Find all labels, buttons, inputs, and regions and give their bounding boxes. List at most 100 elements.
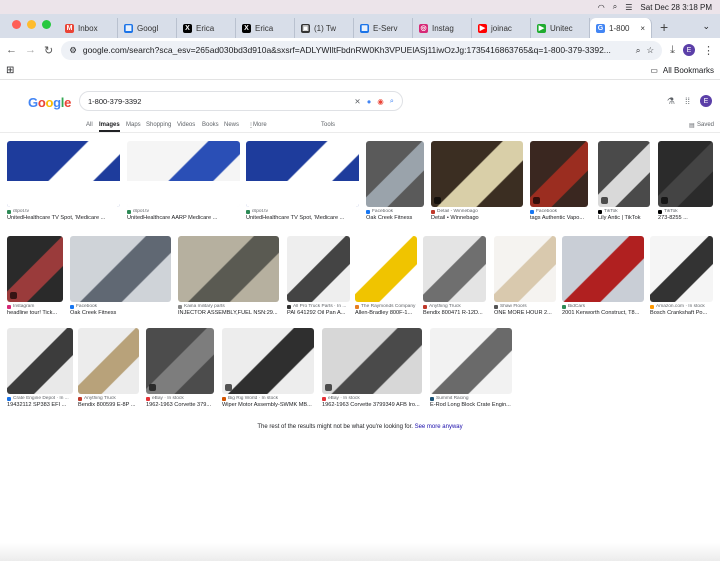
result-title[interactable]: E-Rod Long Block Crate Engin...	[430, 402, 512, 408]
saved-button[interactable]: Saved	[697, 122, 714, 128]
image-result[interactable]: Instagram headline tour! Tick...	[7, 236, 63, 316]
result-title[interactable]: Detail • Winnebago	[431, 215, 523, 221]
result-title[interactable]: Lily Antic | TikTok	[598, 215, 650, 221]
result-thumbnail[interactable]	[322, 328, 422, 394]
result-title[interactable]: 273-8255 ...	[658, 215, 713, 221]
image-result[interactable]: All Pro Truck Parts · In ... PAI 641292 O…	[287, 236, 350, 316]
result-thumbnail[interactable]	[78, 328, 139, 394]
result-title[interactable]: INJECTOR ASSEMBLY,FUEL NSN:29...	[178, 310, 279, 316]
tab-images[interactable]: Images	[99, 122, 120, 132]
result-thumbnail[interactable]	[7, 141, 120, 207]
profile-avatar[interactable]: E	[683, 44, 695, 56]
result-title[interactable]: Allen-Bradley 800F-1...	[355, 310, 417, 316]
new-tab-button[interactable]: +	[652, 19, 674, 38]
image-result[interactable]: Summit Racing E-Rod Long Block Crate Engi…	[430, 328, 512, 408]
minimize-window-button[interactable]	[27, 20, 36, 29]
address-bar[interactable]: ⚙ google.com/search?sca_esv=265ad030bd3d…	[61, 40, 663, 60]
result-thumbnail[interactable]	[222, 328, 314, 394]
result-title[interactable]: ONE MORE HOUR 2...	[494, 310, 556, 316]
result-thumbnail[interactable]	[178, 236, 279, 302]
image-result[interactable]: Anything Truck Bendix 800471 R-12D...	[423, 236, 486, 316]
tab-more[interactable]: More	[253, 122, 267, 128]
result-title[interactable]: 1962-1963 Corvette 379...	[146, 402, 214, 408]
image-result[interactable]: iSpot.tv UnitedHealthcare AARP Medicare .…	[127, 141, 240, 221]
bookmark-star-icon[interactable]: ☆	[647, 45, 655, 56]
image-result[interactable]: The Raymonds Company Allen-Bradley 800F-1…	[355, 236, 417, 316]
back-icon[interactable]: ←	[6, 44, 17, 56]
result-title[interactable]: Oak Creek Fitness	[70, 310, 171, 316]
image-result[interactable]: Crate Engine Depot · In ... 19432112 SP38…	[7, 328, 73, 408]
tab-all[interactable]: All	[86, 122, 93, 128]
reload-icon[interactable]: ↻	[44, 44, 53, 57]
browser-tab[interactable]: ◎ Instag	[413, 18, 472, 38]
zoom-window-button[interactable]	[42, 20, 51, 29]
control-center-icon[interactable]: ☰	[625, 3, 632, 12]
image-result[interactable]: iSpot.tv UnitedHealthcare TV Spot, 'Medic…	[246, 141, 359, 221]
result-title[interactable]: 2001 Kenworth Construct, T8...	[562, 310, 644, 316]
tab-shopping[interactable]: Shopping	[146, 122, 171, 128]
result-title[interactable]: Wiper Motor Assembly-SWMK MB...	[222, 402, 314, 408]
result-thumbnail[interactable]	[494, 236, 556, 302]
result-thumbnail[interactable]	[530, 141, 588, 207]
result-thumbnail[interactable]	[598, 141, 650, 207]
image-result[interactable]: Facebook Oak Creek Fitness	[70, 236, 171, 316]
site-info-icon[interactable]: ⚙	[69, 45, 77, 56]
browser-menu-icon[interactable]: ⋮	[703, 44, 714, 57]
result-title[interactable]: PAI 641292 Oil Pan A...	[287, 310, 350, 316]
forward-icon[interactable]: →	[25, 44, 36, 56]
result-thumbnail[interactable]	[366, 141, 424, 207]
download-icon[interactable]: ⤓	[670, 44, 675, 57]
tools-button[interactable]: Tools	[321, 122, 335, 128]
result-thumbnail[interactable]	[7, 236, 63, 302]
tab-maps[interactable]: Maps	[126, 122, 141, 128]
search-icon[interactable]: ⌕	[613, 2, 617, 12]
image-result[interactable]: TikTok Lily Antic | TikTok	[598, 141, 650, 221]
image-result[interactable]: Big Rig World · In stock Wiper Motor Asse…	[222, 328, 314, 408]
result-title[interactable]: UnitedHealthcare TV Spot, 'Medicare ...	[7, 215, 120, 221]
result-title[interactable]: headline tour! Tick...	[7, 310, 63, 316]
result-thumbnail[interactable]	[430, 328, 512, 394]
google-logo[interactable]: Google	[28, 95, 71, 110]
image-result[interactable]: Facebook tags Authentic Vapo...	[530, 141, 588, 221]
browser-tab[interactable]: X Erica	[236, 18, 295, 38]
wifi-icon[interactable]: ◠	[598, 3, 605, 12]
tab-books[interactable]: Books	[202, 122, 219, 128]
result-title[interactable]: UnitedHealthcare TV Spot, 'Medicare ...	[246, 215, 359, 221]
result-thumbnail[interactable]	[146, 328, 214, 394]
image-result[interactable]: Detail - Winnebago Detail • Winnebago	[431, 141, 523, 221]
labs-flask-icon[interactable]: ⚗	[667, 96, 675, 107]
apps-grid-icon[interactable]: ⊞	[6, 65, 14, 76]
result-title[interactable]: Bendix 800471 R-12D...	[423, 310, 486, 316]
result-thumbnail[interactable]	[650, 236, 713, 302]
image-result[interactable]: eBay · In stock 1962-1963 Corvette 379...	[146, 328, 214, 408]
result-thumbnail[interactable]	[70, 236, 171, 302]
clear-icon[interactable]: ✕	[354, 97, 360, 106]
browser-tab[interactable]: G 1-800 ×	[590, 18, 652, 38]
google-apps-icon[interactable]: ⁞⁞	[685, 96, 690, 106]
menubar-datetime[interactable]: Sat Dec 28 3:18 PM	[640, 3, 712, 12]
result-thumbnail[interactable]	[7, 328, 73, 394]
result-title[interactable]: 1962-1963 Corvette 3799349 AFB Iro...	[322, 402, 422, 408]
result-title[interactable]: UnitedHealthcare AARP Medicare ...	[127, 215, 240, 221]
tab-search-chevron-icon[interactable]: ⌄	[692, 21, 720, 38]
result-thumbnail[interactable]	[423, 236, 486, 302]
all-bookmarks-button[interactable]: All Bookmarks	[663, 66, 714, 75]
image-result[interactable]: BidCars 2001 Kenworth Construct, T8...	[562, 236, 644, 316]
image-result[interactable]: Anything Truck Bendix 800599 E-8P ...	[78, 328, 139, 408]
result-title[interactable]: Bendix 800599 E-8P ...	[78, 402, 139, 408]
close-tab-icon[interactable]: ×	[640, 24, 645, 33]
zoom-search-icon[interactable]: ⌕	[636, 45, 641, 56]
browser-tab[interactable]: ▣ (1) Tw	[295, 18, 354, 38]
result-title[interactable]: tags Authentic Vapo...	[530, 215, 588, 221]
browser-tab[interactable]: X Erica	[177, 18, 236, 38]
result-thumbnail[interactable]	[431, 141, 523, 207]
image-result[interactable]: Facebook Oak Creek Fitness	[366, 141, 424, 221]
lens-icon[interactable]: ◉	[377, 97, 384, 106]
browser-tab[interactable]: ▶ Unitec	[531, 18, 590, 38]
browser-tab[interactable]: ▦ Googl	[118, 18, 177, 38]
image-result[interactable]: eBay · In stock 1962-1963 Corvette 379934…	[322, 328, 422, 408]
result-title[interactable]: 19432112 SP383 EFI ...	[7, 402, 73, 408]
image-result[interactable]: Shaw Floors ONE MORE HOUR 2...	[494, 236, 556, 316]
result-thumbnail[interactable]	[287, 236, 350, 302]
result-thumbnail[interactable]	[355, 236, 417, 302]
